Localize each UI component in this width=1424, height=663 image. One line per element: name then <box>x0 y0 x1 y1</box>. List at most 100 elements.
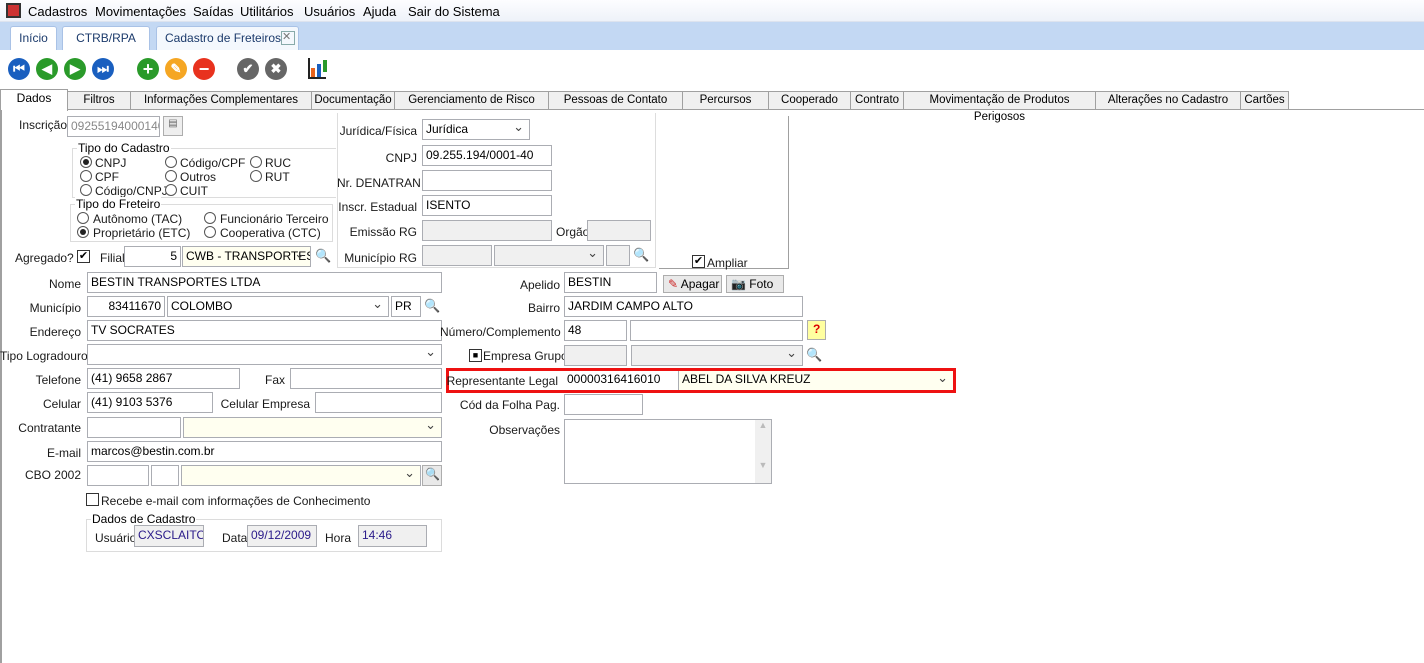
tab-filtros[interactable]: Filtros <box>67 91 131 110</box>
tab-gerenciamento-risco[interactable]: Gerenciamento de Risco <box>394 91 549 110</box>
foto-button[interactable]: 📷 Foto <box>726 275 784 293</box>
inscricao-field[interactable]: 09255194000140 <box>67 116 160 137</box>
radio-outros[interactable] <box>165 170 177 182</box>
telefone-field[interactable]: (41) 9658 2867 <box>87 368 240 389</box>
radio-autonomo[interactable] <box>77 212 89 224</box>
add-icon[interactable]: + <box>137 58 159 80</box>
delete-icon[interactable]: − <box>193 58 215 80</box>
municipio-rg-uf[interactable] <box>606 245 630 266</box>
apelido-field[interactable]: BESTIN <box>564 272 657 293</box>
doc-tab-inicio[interactable]: Início <box>10 26 57 50</box>
fax-field[interactable] <box>290 368 442 389</box>
scrollbar[interactable]: ▲ ▼ <box>755 420 771 483</box>
menu-sair[interactable]: Sair do Sistema <box>408 4 500 19</box>
menu-utilitarios[interactable]: Utilitários <box>240 4 293 19</box>
radio-cpf[interactable] <box>80 170 92 182</box>
endereco-field[interactable]: TV SOCRATES <box>87 320 442 341</box>
tab-dados[interactable]: Dados <box>0 89 68 111</box>
email-field[interactable]: marcos@bestin.com.br <box>87 441 442 462</box>
edit-pencil-icon[interactable]: ✎ <box>165 58 187 80</box>
empresa-grupo-checkbox[interactable]: ■ <box>469 349 482 362</box>
help-question-icon[interactable]: ? <box>807 320 826 340</box>
doc-tab-cadastro-freteiros[interactable]: Cadastro de Freteiros ✕ <box>156 26 299 50</box>
contratante-select[interactable] <box>183 417 442 438</box>
previous-record-icon[interactable]: ◀ <box>36 58 58 80</box>
empresa-grupo-code[interactable] <box>564 345 627 366</box>
emissao-rg-field[interactable] <box>422 220 552 241</box>
tab-percursos[interactable]: Percursos <box>682 91 769 110</box>
tab-alteracoes[interactable]: Alterações no Cadastro <box>1095 91 1241 110</box>
menu-saidas[interactable]: Saídas <box>193 4 233 19</box>
celular-empresa-field[interactable] <box>315 392 442 413</box>
empresa-grupo-select[interactable] <box>631 345 803 366</box>
celular-field[interactable]: (41) 9103 5376 <box>87 392 213 413</box>
inscr-estadual-field[interactable]: ISENTO <box>422 195 552 216</box>
municipio-code-field[interactable]: 83411670 <box>87 296 165 317</box>
municipio-select[interactable]: COLOMBO <box>167 296 389 317</box>
tab-cartoes[interactable]: Cartões <box>1240 91 1289 110</box>
recebe-email-label: Recebe e-mail com informações de Conheci… <box>101 494 371 508</box>
juridica-select[interactable]: Jurídica <box>422 119 530 140</box>
radio-funcionario-terceiro[interactable] <box>204 212 216 224</box>
nome-field[interactable]: BESTIN TRANSPORTES LTDA <box>87 272 442 293</box>
tab-contrato[interactable]: Contrato <box>850 91 904 110</box>
radio-cuit[interactable] <box>165 184 177 196</box>
uf-field[interactable]: PR <box>391 296 421 317</box>
tab-pessoas-contato[interactable]: Pessoas de Contato <box>548 91 683 110</box>
menu-usuarios[interactable]: Usuários <box>304 4 355 19</box>
numero-field[interactable]: 48 <box>564 320 627 341</box>
filial-code-field[interactable]: 5 <box>124 246 181 267</box>
observacoes-textarea[interactable]: ▲ ▼ <box>564 419 772 484</box>
search-icon[interactable]: 🔍 <box>315 248 331 264</box>
doc-tab-ctrb[interactable]: CTRB/RPA <box>62 26 150 50</box>
cbo-sub-field[interactable] <box>151 465 179 486</box>
menu-cadastros[interactable]: Cadastros <box>28 4 87 19</box>
ampliar-checkbox[interactable]: ✔ <box>692 255 705 268</box>
tab-cooperado[interactable]: Cooperado <box>768 91 851 110</box>
complemento-field[interactable] <box>630 320 803 341</box>
radio-proprietario[interactable] <box>77 226 89 238</box>
cbo-select[interactable] <box>181 465 421 486</box>
next-record-icon[interactable]: ▶ <box>64 58 86 80</box>
representante-code-field[interactable]: 00000316416010 <box>564 371 679 390</box>
radio-cooperativa[interactable] <box>204 226 216 238</box>
tab-documentacao[interactable]: Documentação <box>311 91 395 110</box>
municipio-rg-code[interactable] <box>422 245 492 266</box>
tab-informacoes-complementares[interactable]: Informações Complementares <box>130 91 312 110</box>
radio-codigo-cpf[interactable] <box>165 156 177 168</box>
folha-field[interactable] <box>564 394 643 415</box>
contratante-code-field[interactable] <box>87 417 181 438</box>
radio-ruc[interactable] <box>250 156 262 168</box>
search-icon[interactable]: 🔍 <box>633 247 649 263</box>
cbo-code-field[interactable] <box>87 465 149 486</box>
denatran-field[interactable] <box>422 170 552 191</box>
bairro-field[interactable]: JARDIM CAMPO ALTO <box>564 296 803 317</box>
radio-rut[interactable] <box>250 170 262 182</box>
close-icon[interactable]: ✕ <box>281 31 295 45</box>
search-icon[interactable]: 🔍 <box>806 347 822 363</box>
menu-movimentacoes[interactable]: Movimentações <box>95 4 186 19</box>
inscricao-list-icon[interactable]: ▤ <box>163 116 183 136</box>
radio-cnpj[interactable] <box>80 156 92 168</box>
representante-select[interactable]: ABEL DA SILVA KREUZ <box>679 371 953 390</box>
agregado-checkbox[interactable]: ✔ <box>77 250 90 263</box>
tab-movimentacao-perigosos[interactable]: Movimentação de Produtos Perigosos <box>903 91 1096 123</box>
celular-label: Celular <box>42 397 81 411</box>
search-icon[interactable]: 🔍 <box>422 465 442 486</box>
apagar-button[interactable]: ✎ Apagar <box>663 275 722 293</box>
last-record-icon[interactable]: ⏭ <box>92 58 114 80</box>
cancel-x-icon[interactable]: ✖ <box>265 58 287 80</box>
orgao-field[interactable] <box>587 220 651 241</box>
recebe-email-checkbox[interactable] <box>86 493 99 506</box>
municipio-rg-select[interactable] <box>494 245 604 266</box>
report-chart-icon[interactable] <box>308 58 330 80</box>
filial-select[interactable]: CWB - TRANSPORTES <box>182 246 311 267</box>
tipo-logradouro-select[interactable] <box>87 344 442 365</box>
menu-ajuda[interactable]: Ajuda <box>363 4 396 19</box>
radio-codigo-cnpj[interactable] <box>80 184 92 196</box>
cnpj-field[interactable]: 09.255.194/0001-40 <box>422 145 552 166</box>
confirm-check-icon[interactable]: ✔ <box>237 58 259 80</box>
first-record-icon[interactable]: ⏮ <box>8 58 30 80</box>
tipo-cadastro-title: Tipo do Cadastro <box>77 141 171 155</box>
search-icon[interactable]: 🔍 <box>424 298 440 314</box>
